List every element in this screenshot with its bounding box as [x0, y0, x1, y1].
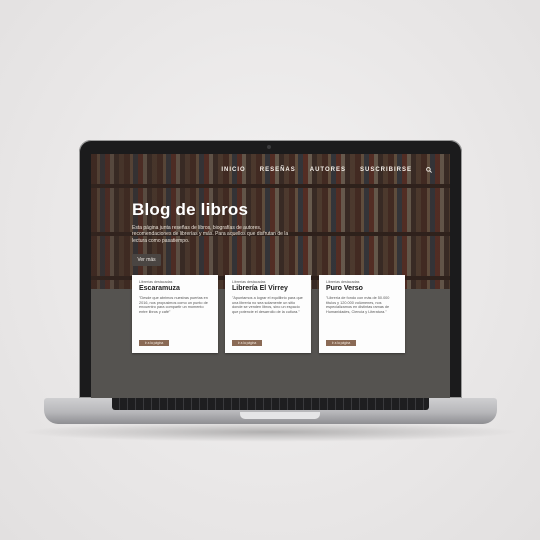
hero-banner: INICIO RESEÑAS AUTORES SUSCRIBIRSE Blog …	[91, 154, 450, 289]
card-kicker: Librerías destacadas	[232, 280, 266, 284]
nav-item-autores[interactable]: AUTORES	[310, 167, 346, 173]
card-title: Puro Verso	[326, 285, 363, 292]
card-title: Escaramuza	[139, 285, 180, 292]
bookstore-card: Librerías destacadas Librería El Virrey …	[225, 275, 311, 353]
bookstore-card: Librerías destacadas Puro Verso "Librerí…	[319, 275, 405, 353]
card-description: "Desde que abrimos nuestras puertas en 2…	[139, 296, 208, 314]
card-kicker: Librerías destacadas	[326, 280, 360, 284]
ver-mas-button[interactable]: Ver más	[132, 254, 161, 266]
laptop-lid: INICIO RESEÑAS AUTORES SUSCRIBIRSE Blog …	[79, 140, 462, 398]
lid-notch	[240, 412, 320, 419]
main-nav: INICIO RESEÑAS AUTORES SUSCRIBIRSE	[221, 167, 432, 173]
laptop-screen: INICIO RESEÑAS AUTORES SUSCRIBIRSE Blog …	[91, 154, 450, 398]
search-icon[interactable]	[426, 167, 432, 173]
nav-item-inicio[interactable]: INICIO	[221, 167, 245, 173]
card-link-button[interactable]: Ir a la página	[232, 340, 262, 346]
card-description: "Apuntamos a lograr el equilibrio para q…	[232, 296, 303, 314]
bookstore-card: Librerías destacadas Escaramuza "Desde q…	[132, 275, 218, 353]
card-kicker: Librerías destacadas	[139, 280, 173, 284]
laptop-shadow	[20, 422, 520, 442]
camera-dot	[267, 145, 271, 149]
hero-overlay	[91, 154, 450, 289]
page-title: Blog de libros	[132, 200, 249, 219]
keyboard-edge	[112, 398, 429, 410]
card-description: "Librería de fondo con más de 50.000 tít…	[326, 296, 390, 314]
card-link-button[interactable]: Ir a la página	[326, 340, 356, 346]
laptop-base	[44, 398, 497, 424]
card-link-button[interactable]: Ir a la página	[139, 340, 169, 346]
card-title: Librería El Virrey	[232, 285, 288, 292]
nav-item-resenas[interactable]: RESEÑAS	[260, 167, 296, 173]
nav-item-suscribirse[interactable]: SUSCRIBIRSE	[360, 167, 412, 173]
hero-intro: Esta página junta reseñas de libros, bio…	[132, 225, 289, 244]
